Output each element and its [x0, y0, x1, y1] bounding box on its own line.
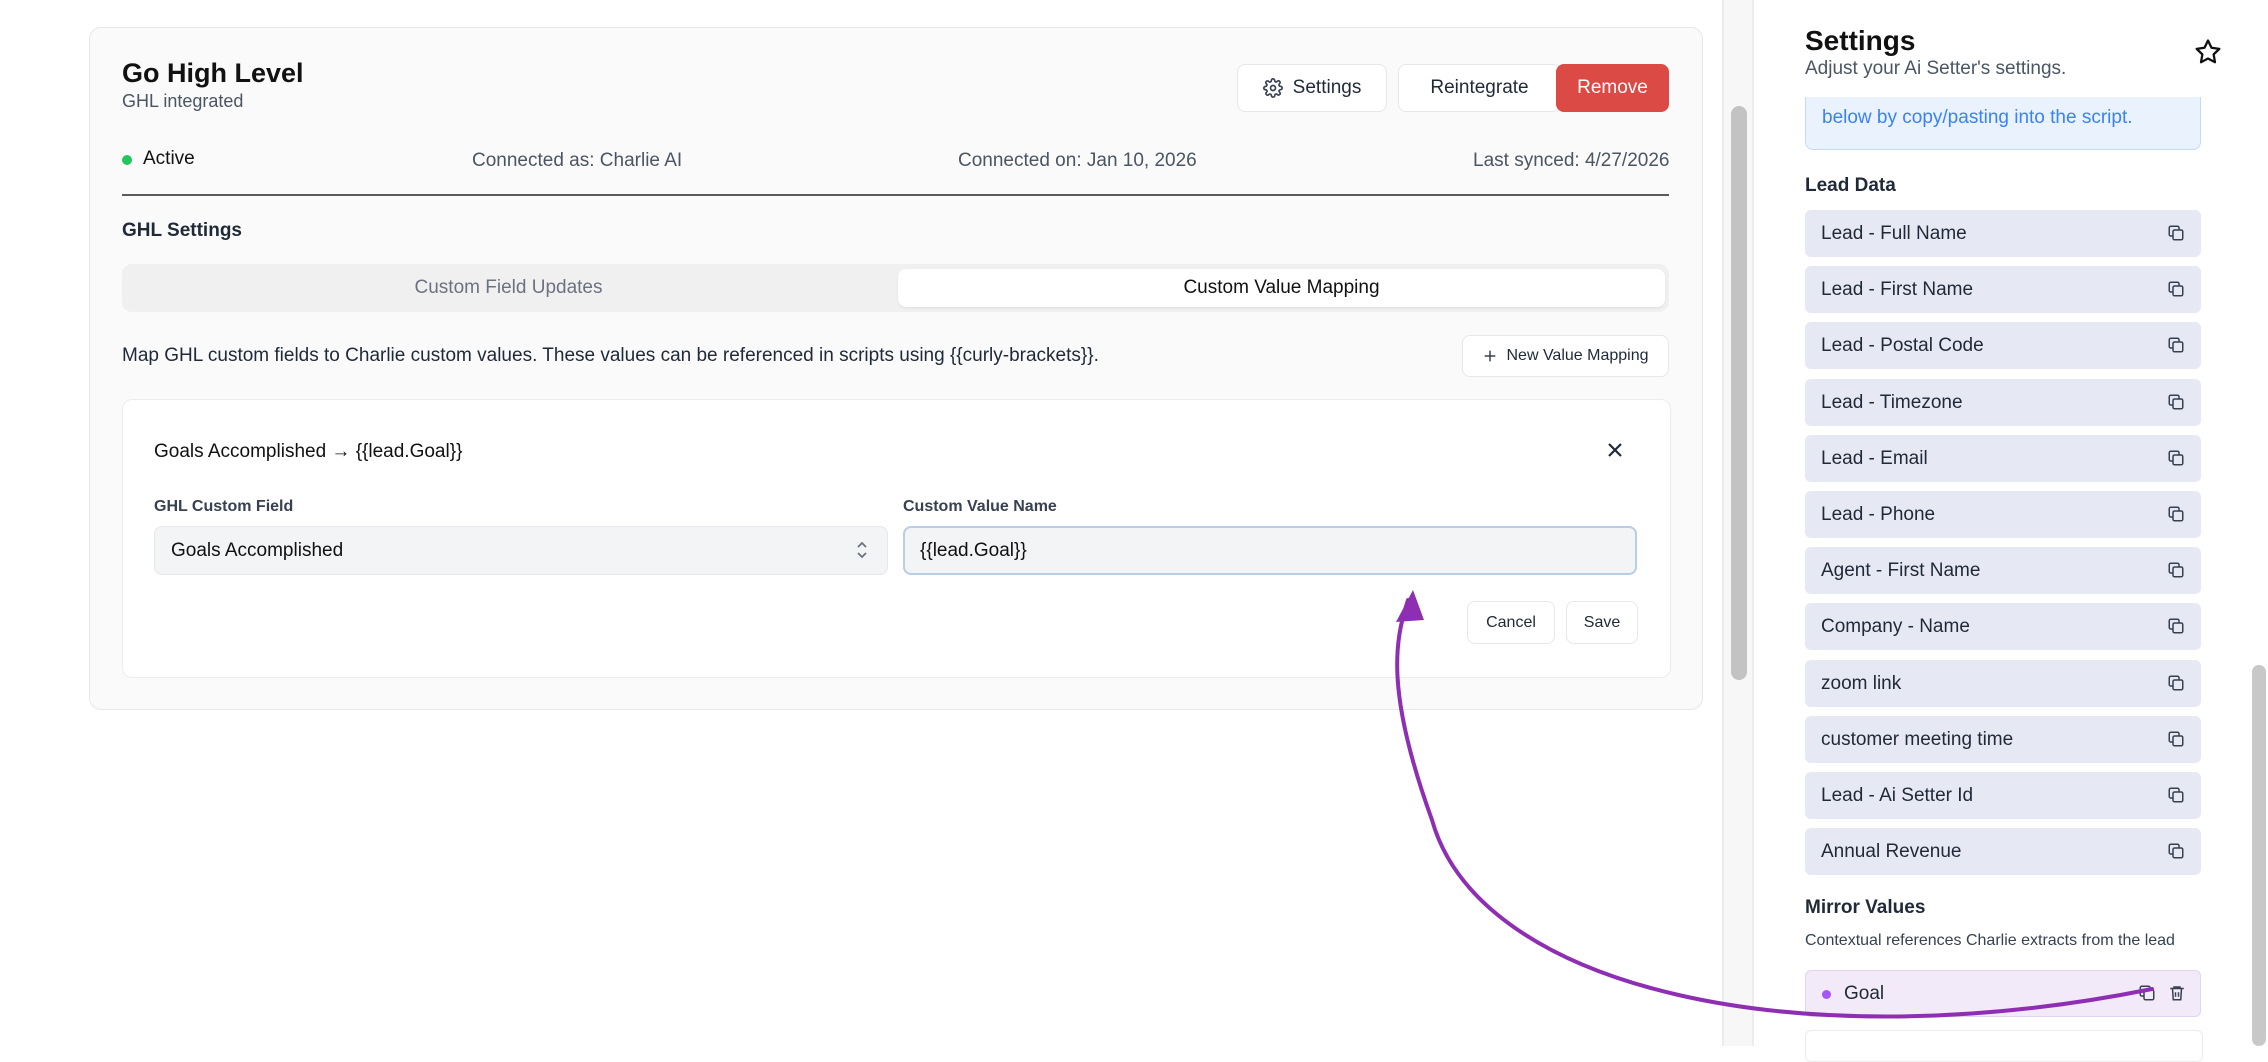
lead-data-label: Lead - Phone [1821, 503, 1936, 525]
ghl-custom-field-label: GHL Custom Field [154, 498, 294, 515]
mirror-values-description: Contextual references Charlie extracts f… [1805, 932, 2175, 949]
copy-icon[interactable] [2167, 561, 2185, 579]
lead-data-title: Lead Data [1805, 175, 1896, 196]
lead-data-label: Lead - Full Name [1821, 222, 1967, 244]
mirror-dot [1822, 990, 1831, 999]
copy-icon[interactable] [2167, 617, 2185, 635]
lead-data-label: Lead - Postal Code [1821, 334, 1984, 356]
panel-scrollbar-thumb[interactable] [2252, 665, 2266, 1046]
lead-data-label: Agent - First Name [1821, 559, 1981, 581]
lead-data-label: Lead - Timezone [1821, 391, 1963, 413]
settings-button-label: Settings [1292, 77, 1362, 98]
close-icon[interactable] [1603, 438, 1627, 462]
save-button[interactable]: Save [1566, 601, 1638, 644]
status-label: Active [143, 148, 195, 169]
mapping-description: Map GHL custom fields to Charlie custom … [122, 345, 1099, 366]
list-item[interactable]: Agent - First Name [1805, 547, 2201, 594]
lead-data-label: Lead - Ai Setter Id [1821, 784, 1974, 806]
panel-subtitle: Adjust your Ai Setter's settings. [1805, 58, 2067, 79]
cancel-button[interactable]: Cancel [1467, 601, 1555, 644]
copy-icon[interactable] [2167, 224, 2185, 242]
copy-icon[interactable] [2167, 336, 2185, 354]
star-icon[interactable] [2193, 37, 2223, 67]
custom-value-name-value: {{lead.Goal}} [920, 539, 1027, 561]
new-value-mapping-button[interactable]: New Value Mapping [1462, 335, 1669, 377]
integration-title: Go High Level [122, 58, 304, 88]
copy-icon[interactable] [2167, 393, 2185, 411]
divider [122, 194, 1669, 196]
ghl-settings-title: GHL Settings [122, 220, 242, 241]
ghl-custom-field-select[interactable]: Goals Accomplished [154, 526, 888, 575]
lead-data-label: Lead - First Name [1821, 278, 1974, 300]
list-item[interactable]: Lead - Phone [1805, 491, 2201, 538]
last-synced: Last synced: 4/27/2026 [1473, 150, 1670, 171]
lead-data-label: Company - Name [1821, 615, 1970, 637]
mirror-values-title: Mirror Values [1805, 897, 1926, 918]
list-item[interactable]: Lead - First Name [1805, 266, 2201, 313]
list-item[interactable]: customer meeting time [1805, 716, 2201, 763]
scrollbar-thumb[interactable] [1731, 106, 1747, 680]
lead-data-label: Annual Revenue [1821, 840, 1962, 862]
connected-as: Connected as: Charlie AI [472, 150, 683, 171]
tab-bar: Custom Field Updates Custom Value Mappin… [122, 264, 1669, 312]
ghl-custom-field-value: Goals Accomplished [171, 539, 344, 561]
tab-custom-field-updates[interactable]: Custom Field Updates [122, 264, 895, 312]
script-note: below by copy/pasting into the script. [1805, 97, 2201, 150]
reintegrate-button[interactable]: Reintegrate [1398, 64, 1561, 112]
integration-subtitle: GHL integrated [122, 91, 244, 111]
list-item[interactable]: Company - Name [1805, 603, 2201, 650]
copy-icon[interactable] [2167, 674, 2185, 692]
custom-value-name-label: Custom Value Name [903, 498, 1057, 515]
mapping-title: Goals Accomplished → {{lead.Goal}} [154, 441, 463, 462]
copy-icon[interactable] [2138, 984, 2156, 1002]
remove-button[interactable]: Remove [1556, 64, 1669, 112]
list-item[interactable]: Lead - Postal Code [1805, 322, 2201, 369]
mirror-item-label: Goal [1844, 982, 1885, 1004]
active-status-dot [122, 155, 132, 165]
tab-custom-value-mapping[interactable]: Custom Value Mapping [898, 269, 1665, 307]
copy-icon[interactable] [2167, 449, 2185, 467]
list-item [1805, 1030, 2203, 1062]
list-item[interactable]: Lead - Timezone [1805, 379, 2201, 426]
trash-icon[interactable] [2168, 984, 2186, 1002]
connected-on: Connected on: Jan 10, 2026 [958, 150, 1197, 171]
new-value-mapping-label: New Value Mapping [1506, 347, 1649, 364]
copy-icon[interactable] [2167, 280, 2185, 298]
mirror-item-goal[interactable]: Goal [1805, 970, 2201, 1017]
settings-button[interactable]: Settings [1237, 64, 1387, 112]
divider [1752, 0, 1754, 1046]
chevron-up-down-icon [857, 541, 867, 559]
copy-icon[interactable] [2167, 505, 2185, 523]
copy-icon[interactable] [2167, 786, 2185, 804]
list-item[interactable]: Annual Revenue [1805, 828, 2201, 875]
custom-value-name-input[interactable]: {{lead.Goal}} [903, 526, 1637, 575]
lead-data-label: zoom link [1821, 672, 1902, 694]
list-item[interactable]: zoom link [1805, 660, 2201, 707]
panel-title: Settings [1805, 25, 1916, 56]
list-item[interactable]: Lead - Ai Setter Id [1805, 772, 2201, 819]
plus-icon [1485, 350, 1496, 362]
copy-icon[interactable] [2167, 730, 2185, 748]
list-item[interactable]: Lead - Email [1805, 435, 2201, 482]
list-item[interactable]: Lead - Full Name [1805, 210, 2201, 257]
copy-icon[interactable] [2167, 842, 2185, 860]
gear-icon [1262, 78, 1283, 98]
lead-data-label: customer meeting time [1821, 728, 2014, 750]
lead-data-label: Lead - Email [1821, 447, 1928, 469]
